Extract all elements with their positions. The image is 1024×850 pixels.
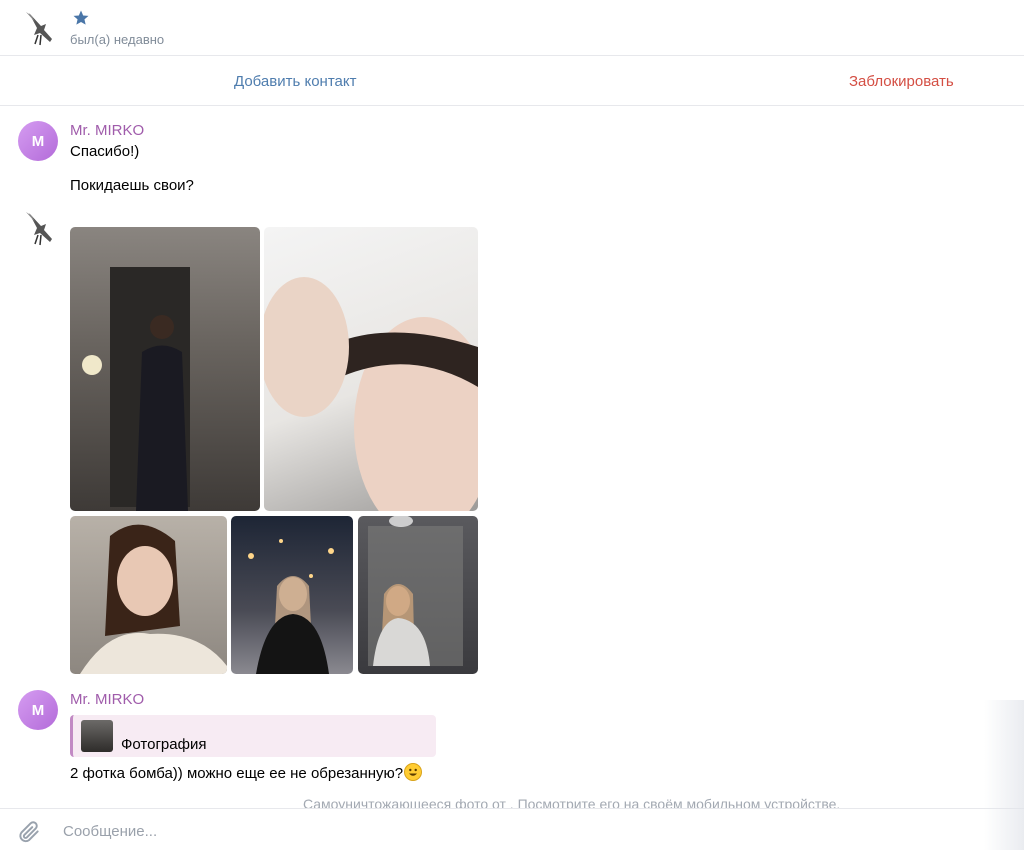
sender-name[interactable]: Mr. MIRKO (70, 122, 144, 139)
message-text: Спасибо!) (70, 143, 140, 160)
reply-quote[interactable]: Фотография (70, 715, 436, 757)
avatar[interactable]: M (18, 121, 58, 161)
message-text: 2 фотка бомба)) можно еще ее не обрезанн… (70, 763, 423, 782)
star-icon (72, 9, 90, 27)
message-text: Покидаешь свои? (70, 177, 194, 194)
bird-avatar-icon[interactable] (20, 8, 60, 48)
photo-attachment[interactable] (264, 227, 478, 511)
panel-edge (984, 700, 1024, 850)
action-bar: Добавить контакт Заблокировать (0, 56, 1024, 106)
add-contact-button[interactable]: Добавить контакт (234, 73, 356, 90)
bird-avatar-icon[interactable] (20, 208, 60, 248)
photo-attachment[interactable] (70, 227, 260, 511)
block-button[interactable]: Заблокировать (849, 73, 954, 90)
reply-label: Фотография (121, 736, 207, 753)
smiling-face-emoji (404, 763, 423, 781)
composer (0, 808, 1024, 850)
peer-status: был(а) недавно (70, 32, 165, 47)
paperclip-icon[interactable] (16, 819, 42, 845)
reply-thumbnail (81, 720, 113, 752)
photo-attachment[interactable] (358, 516, 478, 674)
avatar[interactable]: M (18, 690, 58, 730)
message-input[interactable] (63, 817, 963, 845)
photo-attachment[interactable] (70, 516, 227, 674)
chat-header: был(а) недавно (0, 0, 1024, 56)
sender-name[interactable]: Mr. MIRKO (70, 691, 144, 708)
photo-attachment[interactable] (231, 516, 353, 674)
